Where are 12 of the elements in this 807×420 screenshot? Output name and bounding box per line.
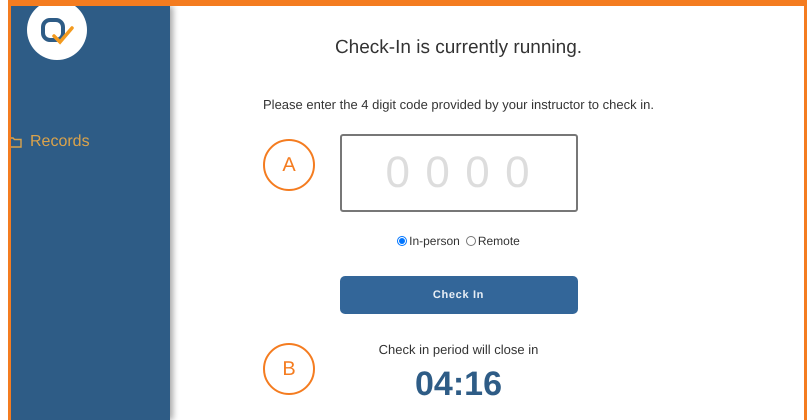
radio-label[interactable]: In-person	[409, 232, 460, 250]
annotation-marker: A	[263, 139, 315, 191]
countdown-label: Check in period will close in	[378, 341, 538, 359]
radio-button[interactable]	[397, 236, 408, 246]
page-title: Check-In is currently running.	[334, 36, 582, 60]
countdown-timer: 04:16	[415, 364, 502, 404]
folder-icon	[11, 136, 22, 148]
check-in-button[interactable]: Check In	[340, 276, 578, 314]
instruction-text: Please enter the 4 digit code provided by your instructor to check in.	[263, 96, 654, 114]
radio-button[interactable]	[466, 236, 476, 246]
radio-label[interactable]: Remote	[478, 232, 520, 250]
annotation-marker: B	[263, 343, 315, 395]
